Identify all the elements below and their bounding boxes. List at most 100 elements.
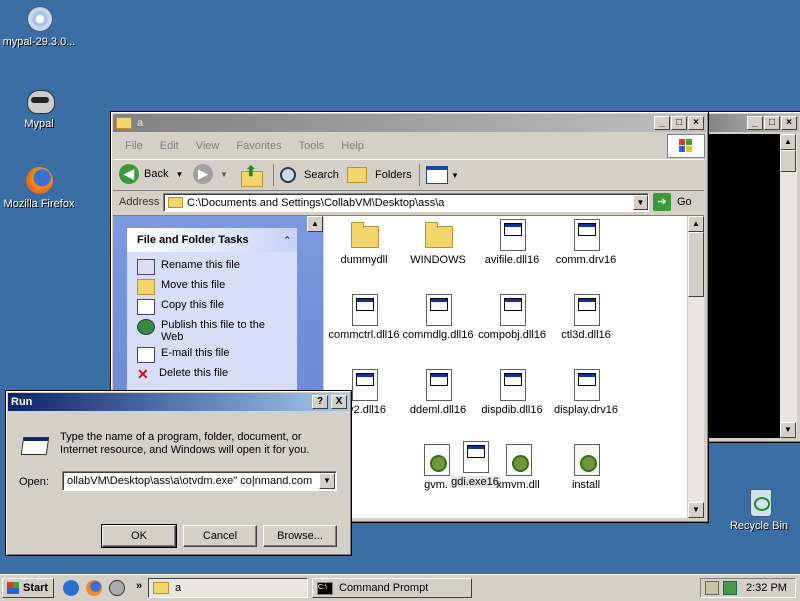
setup-icon <box>570 443 602 476</box>
task-label: Publish this file to the Web <box>161 319 265 343</box>
menu-help[interactable]: Help <box>341 140 364 152</box>
task-email[interactable]: E-mail this file <box>137 347 297 363</box>
quicklaunch-mypal-icon[interactable] <box>109 580 125 596</box>
command-prompt-window[interactable]: _ □ × ▲ ▼ <box>700 111 800 443</box>
file-name: ctl3d.dll16 <box>561 329 611 341</box>
maximize-button[interactable]: □ <box>671 116 687 130</box>
task-publish[interactable]: Publish this file to the Web <box>137 319 297 343</box>
command-prompt-titlebar[interactable]: _ □ × <box>703 114 799 132</box>
scroll-up-arrow[interactable]: ▲ <box>780 134 796 150</box>
minimize-button[interactable]: _ <box>747 116 763 130</box>
start-button[interactable]: Start <box>2 578 54 598</box>
views-icon <box>426 166 448 184</box>
dropdown-arrow-icon[interactable]: ▼ <box>451 171 459 180</box>
file-list[interactable]: dummydll WINDOWS avifile.dll16 comm.drv1… <box>324 216 687 518</box>
console-scrollbar[interactable]: ▲ ▼ <box>780 134 797 438</box>
clock[interactable]: 2:32 PM <box>746 582 787 594</box>
document-icon <box>496 218 528 251</box>
file-name: compobj.dll16 <box>478 329 546 341</box>
desktop-icon-mypal-installer[interactable]: mypal-29.3.0... <box>0 2 84 48</box>
desktop-icon-recycle-bin[interactable]: Recycle Bin <box>714 486 800 532</box>
menu-tools[interactable]: Tools <box>299 140 325 152</box>
publish-web-icon <box>137 319 155 335</box>
run-titlebar[interactable]: Run ? X <box>8 393 349 411</box>
task-move[interactable]: Move this file <box>137 279 297 295</box>
forward-button[interactable]: ▶ ▼ <box>193 164 228 184</box>
explorer-titlebar[interactable]: a _ □ × <box>113 114 706 132</box>
file-item[interactable]: compobj.dll16 <box>472 293 552 341</box>
scroll-down-arrow[interactable]: ▼ <box>688 502 704 518</box>
close-button[interactable]: × <box>781 116 797 130</box>
minimize-button[interactable]: _ <box>654 116 670 130</box>
menu-file[interactable]: File <box>125 140 143 152</box>
tray-update-icon[interactable] <box>723 581 737 595</box>
file-item[interactable]: install <box>546 443 626 491</box>
search-button[interactable]: Search <box>273 164 339 186</box>
dialog-title: Run <box>11 396 33 408</box>
dropdown-arrow-icon[interactable]: ▼ <box>175 170 183 179</box>
browse-button[interactable]: Browse... <box>263 525 337 547</box>
maximize-button[interactable]: □ <box>764 116 780 130</box>
folder-icon <box>116 117 132 129</box>
file-item[interactable]: WINDOWS <box>398 218 478 266</box>
file-list-scrollbar[interactable]: ▲ ▼ <box>688 216 704 518</box>
help-button[interactable]: ? <box>312 395 328 409</box>
quicklaunch-firefox-icon[interactable] <box>86 580 102 596</box>
task-label: Delete this file <box>159 367 229 379</box>
file-name: install <box>571 479 601 491</box>
file-item[interactable]: ctl3d.dll16 <box>546 293 626 341</box>
file-name: comm.drv16 <box>555 254 617 266</box>
document-icon <box>496 368 528 401</box>
open-combobox[interactable]: ollabVM\Desktop\ass\a\otvdm.exe" co|nman… <box>62 471 337 491</box>
ok-button[interactable]: OK <box>101 524 177 548</box>
quicklaunch-overflow-chevron[interactable]: » <box>136 580 142 592</box>
file-item[interactable]: display.drv16 <box>546 368 626 416</box>
menu-view[interactable]: View <box>196 140 220 152</box>
document-icon <box>422 293 454 326</box>
open-value: ollabVM\Desktop\ass\a\otvdm.exe" co|nman… <box>67 475 313 487</box>
file-item[interactable]: commdlg.dll16 <box>398 293 478 341</box>
cancel-button[interactable]: Cancel <box>183 525 257 547</box>
taskbar-button-explorer[interactable]: a <box>148 578 308 598</box>
dropdown-arrow-icon[interactable]: ▼ <box>220 170 228 179</box>
close-button[interactable]: × <box>688 116 704 130</box>
console-area[interactable] <box>703 134 780 438</box>
menu-edit[interactable]: Edit <box>160 140 179 152</box>
run-dialog[interactable]: Run ? X Type the name of a program, fold… <box>5 390 352 556</box>
task-copy[interactable]: Copy this file <box>137 299 297 315</box>
back-button[interactable]: ◀ Back ▼ <box>119 164 183 184</box>
file-item[interactable]: ddeml.dll16 <box>398 368 478 416</box>
desktop-icon-mypal[interactable]: Mypal <box>0 84 84 130</box>
tray-network-icon[interactable] <box>705 581 719 595</box>
move-icon <box>137 279 155 295</box>
file-item[interactable]: comm.drv16 <box>546 218 626 266</box>
taskbar-button-command-prompt[interactable]: C:\ Command Prompt <box>312 578 472 598</box>
desktop-icon-label: Recycle Bin <box>729 520 789 532</box>
scroll-up-arrow[interactable]: ▲ <box>688 216 704 232</box>
scroll-thumb[interactable] <box>688 232 704 297</box>
scroll-thumb[interactable] <box>780 150 796 172</box>
open-dropdown-button[interactable]: ▼ <box>319 473 335 489</box>
scroll-down-arrow[interactable]: ▼ <box>780 422 796 438</box>
address-dropdown-button[interactable]: ▼ <box>633 195 648 210</box>
document-icon <box>496 293 528 326</box>
task-rename[interactable]: Rename this file <box>137 259 297 275</box>
quicklaunch-ie-icon[interactable] <box>63 580 79 596</box>
open-label: Open: <box>19 476 49 488</box>
desktop-icon-firefox[interactable]: Mozilla Firefox <box>0 164 84 210</box>
file-item[interactable]: avifile.dll16 <box>472 218 552 266</box>
menu-favorites[interactable]: Favorites <box>236 140 281 152</box>
up-folder-button[interactable]: ⬆ <box>239 163 263 187</box>
go-button[interactable]: ➔ Go <box>653 193 692 211</box>
folders-button[interactable]: Folders <box>347 164 412 186</box>
collapse-chevron-icon[interactable]: ⌃ <box>283 235 291 246</box>
task-pane-scroll-up[interactable]: ▲ <box>307 216 323 232</box>
file-item[interactable]: dummydll <box>324 218 404 266</box>
address-input[interactable]: C:\Documents and Settings\CollabVM\Deskt… <box>163 193 649 212</box>
task-panel-header[interactable]: File and Folder Tasks ⌃ <box>127 228 297 252</box>
file-item[interactable]: commctrl.dll16 <box>324 293 404 341</box>
task-delete[interactable]: ✕ Delete this file <box>137 367 297 381</box>
close-button[interactable]: X <box>331 395 347 409</box>
views-button[interactable]: ▼ <box>419 164 459 186</box>
file-item[interactable]: dispdib.dll16 <box>472 368 552 416</box>
